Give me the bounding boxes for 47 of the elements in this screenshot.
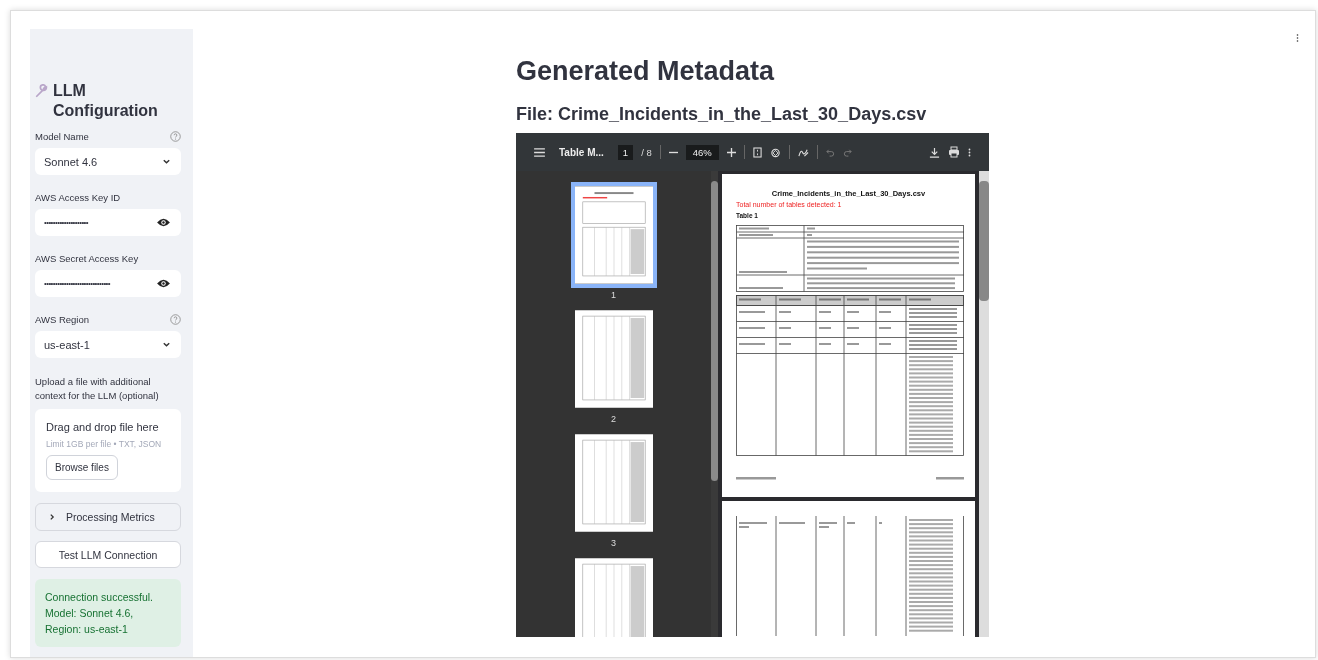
scrollbar[interactable] [979, 171, 989, 637]
eye-icon[interactable] [156, 278, 171, 289]
page-thumbnail[interactable] [572, 184, 655, 286]
field-label: AWS Region [35, 314, 90, 325]
file-heading: File: Crime_Incidents_in_the_Last_30_Days.csv [516, 103, 928, 125]
redo-icon[interactable] [842, 147, 852, 157]
sidebar-title: LLM Configuration [53, 81, 159, 121]
menu-icon[interactable] [534, 147, 545, 157]
page-thumbnail[interactable] [572, 308, 655, 410]
eye-icon[interactable] [156, 217, 171, 228]
page-count: / 8 [641, 146, 652, 158]
chevron-down-icon [162, 157, 171, 166]
password-field[interactable]: •••••••••••••••••••••••••••••• [35, 270, 181, 297]
rotate-icon[interactable] [769, 146, 781, 158]
test-connection-button[interactable]: Test LLM Connection [35, 541, 181, 568]
scrollbar[interactable] [711, 171, 718, 637]
processing-metrics-expander[interactable]: Processing Metrics [35, 503, 181, 531]
select-field[interactable]: Sonnet 4.6 [35, 148, 181, 175]
more-options-icon[interactable] [968, 146, 971, 158]
print-icon[interactable] [948, 146, 960, 158]
chevron-down-icon [162, 340, 171, 349]
download-icon[interactable] [929, 146, 940, 158]
page-number-field[interactable]: 1 [617, 144, 634, 160]
field-label: Model Name [35, 131, 89, 142]
field-label: AWS Secret Access Key [35, 253, 139, 264]
file-dropzone[interactable]: Drag and drop file here Limit 1GB per file • TXT, JSON Browse files [35, 409, 181, 492]
zoom-field[interactable]: 46% [685, 144, 719, 160]
document-title: Table M... [559, 146, 604, 158]
password-field[interactable]: •••••••••••••••••••• [35, 209, 181, 236]
page-title: Generated Metadata [516, 55, 776, 88]
page-number: 2 [611, 414, 616, 424]
dropzone-title: Drag and drop file here [46, 421, 159, 433]
zoom-in-icon[interactable] [726, 147, 736, 157]
dropzone-limit: Limit 1GB per file • TXT, JSON [46, 439, 162, 449]
page-thumbnail[interactable] [572, 432, 655, 534]
page-number: 1 [611, 290, 616, 300]
upload-label: Upload a file with additional context for the LLM (optional) [35, 375, 160, 403]
wrench-icon [35, 84, 49, 98]
more-options-icon[interactable] [1296, 33, 1299, 43]
select-field[interactable]: us-east-1 [35, 331, 181, 358]
page-number: 3 [611, 538, 616, 548]
undo-icon[interactable] [825, 147, 835, 157]
field-label: AWS Access Key ID [35, 192, 121, 203]
success-message: Connection successful. Model: Sonnet 4.6, Region: us-east-1 [35, 579, 181, 647]
page-thumbnail[interactable] [572, 556, 655, 637]
fit-page-icon[interactable] [752, 146, 762, 158]
browse-files-button[interactable]: Browse files [46, 455, 118, 480]
